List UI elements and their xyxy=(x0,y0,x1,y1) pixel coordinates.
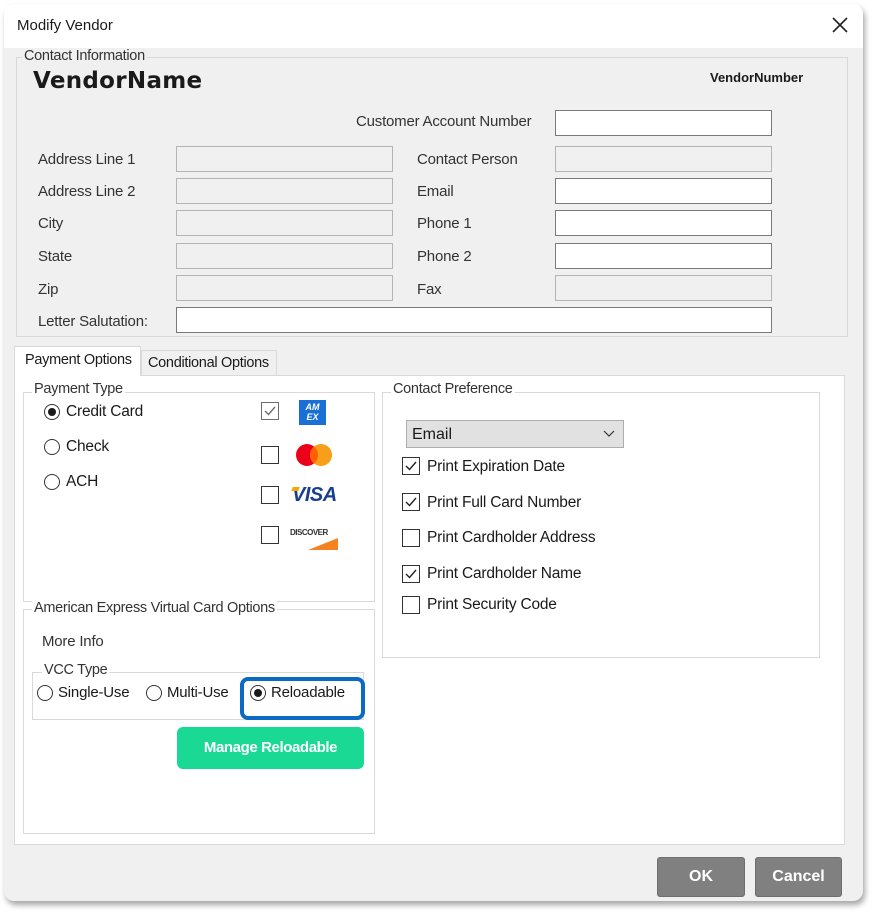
print-full-card-number-checkbox[interactable] xyxy=(402,493,420,511)
visa-logo-accent xyxy=(291,487,300,491)
email-input[interactable] xyxy=(555,178,772,204)
window-title: Modify Vendor xyxy=(17,17,113,34)
address-line-2-label: Address Line 2 xyxy=(38,183,136,200)
discover-logo-icon: DISCOVER xyxy=(290,528,340,550)
phone-1-label: Phone 1 xyxy=(417,215,472,232)
multi-use-label: Multi-Use xyxy=(167,684,229,701)
customer-account-number-input[interactable] xyxy=(555,110,772,136)
letter-salutation-label: Letter Salutation: xyxy=(38,313,148,330)
vcc-type-legend: VCC Type xyxy=(42,662,110,678)
print-cardholder-name-label: Print Cardholder Name xyxy=(427,565,582,582)
single-use-radio[interactable] xyxy=(37,685,53,701)
print-cardholder-name-checkbox[interactable] xyxy=(402,565,420,583)
state-label: State xyxy=(38,248,73,265)
mastercard-checkbox[interactable] xyxy=(261,446,279,464)
vendor-name: VendorName xyxy=(33,68,203,94)
phone-2-label: Phone 2 xyxy=(417,248,472,265)
zip-label: Zip xyxy=(38,281,59,298)
check-radio[interactable] xyxy=(44,439,60,455)
zip-input[interactable] xyxy=(176,275,393,301)
credit-card-label: Credit Card xyxy=(66,403,144,420)
chevron-down-icon xyxy=(603,430,615,437)
multi-use-radio[interactable] xyxy=(146,685,162,701)
close-icon xyxy=(832,17,848,33)
payment-type-legend: Payment Type xyxy=(32,381,125,397)
email-label: Email xyxy=(417,183,454,200)
contact-person-input[interactable] xyxy=(555,146,772,172)
print-cardholder-address-label: Print Cardholder Address xyxy=(427,529,596,546)
amex-logo-text-top: AM xyxy=(305,402,320,412)
phone-1-input[interactable] xyxy=(555,210,772,236)
phone-2-input[interactable] xyxy=(555,243,772,269)
discover-logo-text: DISCOVER xyxy=(290,528,328,537)
letter-salutation-input[interactable] xyxy=(176,307,772,333)
contact-preference-value: Email xyxy=(412,426,453,443)
city-label: City xyxy=(38,215,64,232)
amex-logo-icon: AM EX xyxy=(299,400,326,425)
print-expiration-date-label: Print Expiration Date xyxy=(427,458,565,475)
vendor-number: VendorNumber xyxy=(710,70,804,85)
ach-label: ACH xyxy=(66,473,99,490)
cancel-button[interactable]: Cancel xyxy=(755,857,842,897)
checkmark-icon xyxy=(405,497,417,507)
contact-person-label: Contact Person xyxy=(417,151,518,168)
modify-vendor-dialog: Modify Vendor Contact Information Vendor… xyxy=(4,4,863,901)
check-label: Check xyxy=(66,438,109,455)
fax-label: Fax xyxy=(417,281,442,298)
contact-information-legend: Contact Information xyxy=(22,48,147,64)
contact-preference-legend: Contact Preference xyxy=(391,381,515,397)
reloadable-label: Reloadable xyxy=(271,684,345,701)
visa-checkbox[interactable] xyxy=(261,486,279,504)
customer-account-number-label: Customer Account Number xyxy=(356,113,532,130)
city-input[interactable] xyxy=(176,210,393,236)
contact-preference-select[interactable]: Email xyxy=(406,420,624,448)
amex-logo-text-bottom: EX xyxy=(306,412,319,422)
ok-button[interactable]: OK xyxy=(657,857,745,897)
tab-conditional-options[interactable]: Conditional Options xyxy=(141,350,277,375)
tab-payment-options[interactable]: Payment Options xyxy=(14,346,141,376)
fax-input[interactable] xyxy=(555,275,772,301)
address-line-2-input[interactable] xyxy=(176,178,393,204)
title-bar: Modify Vendor xyxy=(4,4,863,48)
amex-checkbox[interactable] xyxy=(261,402,279,420)
address-line-1-input[interactable] xyxy=(176,146,393,172)
discover-checkbox[interactable] xyxy=(261,526,279,544)
print-cardholder-address-checkbox[interactable] xyxy=(402,529,420,547)
print-expiration-date-checkbox[interactable] xyxy=(402,457,420,475)
more-info-link[interactable]: More Info xyxy=(42,633,104,650)
checkmark-icon xyxy=(264,406,276,416)
ach-radio[interactable] xyxy=(44,474,60,490)
mastercard-logo-icon xyxy=(296,444,332,466)
amex-vcc-legend: American Express Virtual Card Options xyxy=(32,600,277,616)
address-line-1-label: Address Line 1 xyxy=(38,151,136,168)
single-use-label: Single-Use xyxy=(58,684,130,701)
state-input[interactable] xyxy=(176,243,393,269)
checkmark-icon xyxy=(405,569,417,579)
manage-reloadable-button[interactable]: Manage Reloadable xyxy=(177,727,364,769)
reloadable-radio[interactable] xyxy=(250,685,266,701)
print-security-code-label: Print Security Code xyxy=(427,596,557,613)
tab-conditional-options-label: Conditional Options xyxy=(148,355,269,371)
credit-card-radio[interactable] xyxy=(44,404,60,420)
tab-payment-options-label: Payment Options xyxy=(25,352,132,368)
close-button[interactable] xyxy=(827,12,853,38)
print-security-code-checkbox[interactable] xyxy=(402,596,420,614)
checkmark-icon xyxy=(405,461,417,471)
print-full-card-number-label: Print Full Card Number xyxy=(427,494,582,511)
